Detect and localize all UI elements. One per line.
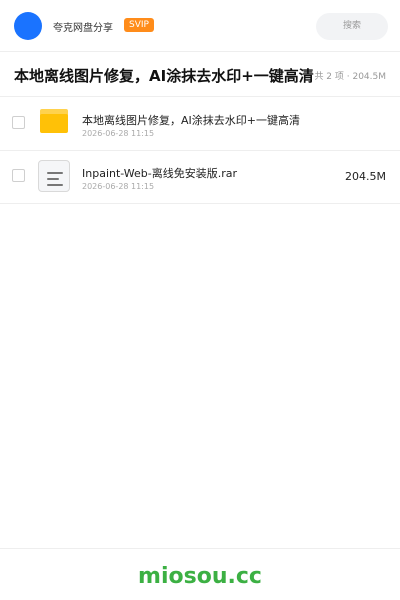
sharer-name: 夸克网盘分享 xyxy=(53,23,113,34)
share-title-bar: 本地离线图片修复，AI涂抹去水印+一键高清 共 2 项 · 204.5M xyxy=(0,52,400,97)
file-name[interactable]: Inpaint-Web-离线免安装版.rar xyxy=(82,165,237,181)
file-name[interactable]: 本地离线图片修复，AI涂抹去水印+一键高清 xyxy=(82,112,300,128)
archive-file-icon xyxy=(38,160,70,192)
file-icon-line xyxy=(47,172,63,174)
svip-badge: SVIP xyxy=(124,18,154,32)
file-date: 2026-06-28 11:15 xyxy=(82,182,155,191)
file-icon-line xyxy=(47,178,59,180)
row-checkbox[interactable] xyxy=(12,169,25,182)
folder-body-shape xyxy=(40,114,68,133)
folder-icon xyxy=(40,109,68,133)
file-date: 2026-06-28 11:15 xyxy=(82,129,155,138)
top-bar: 夸克网盘分享 SVIP 搜索 xyxy=(0,0,400,52)
row-checkbox[interactable] xyxy=(12,116,25,129)
file-row-archive[interactable]: Inpaint-Web-离线免安装版.rar 2026-06-28 11:15 … xyxy=(0,150,400,204)
file-row-folder[interactable]: 本地离线图片修复，AI涂抹去水印+一键高清 2026-06-28 11:15 xyxy=(0,97,400,151)
file-size: 204.5M xyxy=(345,170,386,183)
avatar[interactable] xyxy=(14,12,42,40)
search-input[interactable]: 搜索 xyxy=(316,13,388,40)
site-watermark: miosou.cc xyxy=(138,564,262,589)
footer: miosou.cc xyxy=(0,548,400,600)
share-summary: 共 2 项 · 204.5M xyxy=(314,72,386,82)
page-title: 本地离线图片修复，AI涂抹去水印+一键高清 xyxy=(14,67,314,85)
file-icon-line xyxy=(47,184,63,186)
